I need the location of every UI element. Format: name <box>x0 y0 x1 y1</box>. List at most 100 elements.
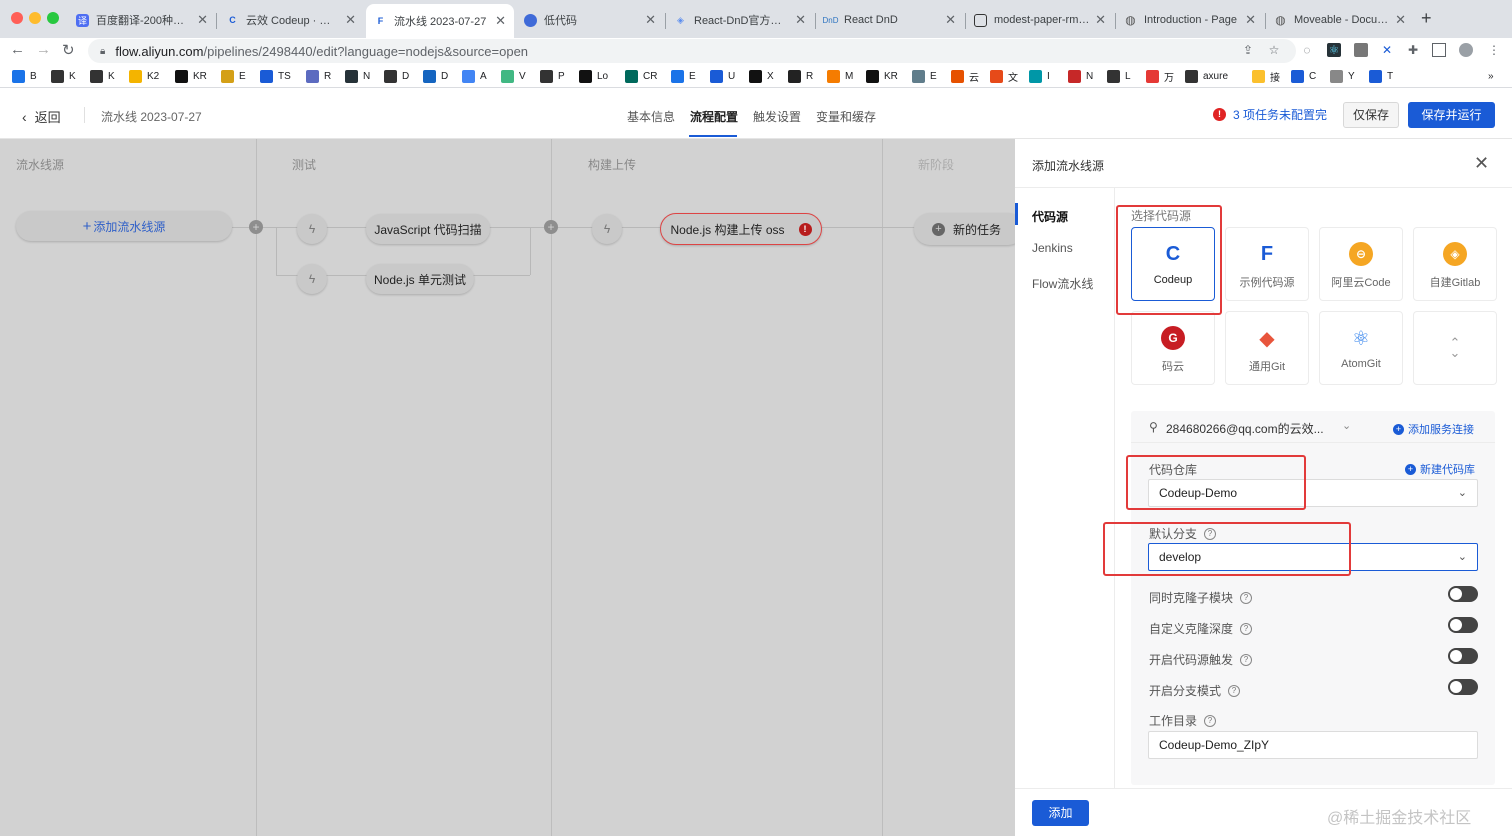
bookmark-item[interactable]: R <box>306 69 331 83</box>
add-stage-icon[interactable]: + <box>544 220 558 234</box>
service-connection-select[interactable]: 284680266@qq.com的云效... <box>1166 420 1324 437</box>
bookmark-item[interactable]: V <box>501 69 526 83</box>
browser-tab[interactable]: ◈ React-DnD官方文档 ✕ <box>666 6 814 34</box>
bookmark-item[interactable]: U <box>710 69 735 83</box>
toggle-source-trigger[interactable] <box>1448 648 1478 664</box>
stage-title-test[interactable]: 测试 <box>292 156 316 173</box>
help-icon[interactable]: ? <box>1240 591 1253 604</box>
parallel-task-icon[interactable]: ϟ <box>297 264 327 294</box>
back-arrow-icon[interactable]: ← <box>10 41 25 58</box>
browser-tab[interactable]: 低代码 ✕ <box>516 6 664 34</box>
reload-icon[interactable]: ↻ <box>62 41 75 59</box>
help-icon[interactable]: ? <box>1228 684 1241 697</box>
extension-icon[interactable] <box>1354 43 1368 57</box>
bookmark-item[interactable]: A <box>462 69 487 83</box>
bookmark-item[interactable]: P <box>540 69 565 83</box>
bookmark-item[interactable]: R <box>788 69 813 83</box>
bookmark-item[interactable]: M <box>827 69 853 83</box>
tab-basic-info[interactable]: 基本信息 <box>627 108 675 125</box>
expand-sources-button[interactable]: ⌃ ⌄ <box>1413 311 1497 385</box>
add-service-connection-link[interactable]: + 添加服务连接 <box>1393 421 1474 437</box>
bookmark-item[interactable]: T <box>1369 69 1393 83</box>
task-node-build-upload-oss[interactable]: Node.js 构建上传 oss ! <box>660 213 822 245</box>
bookmark-item[interactable]: Lo <box>579 69 608 83</box>
bookmark-item[interactable]: E <box>671 69 696 83</box>
browser-tab[interactable]: DnD React DnD ✕ <box>816 6 964 34</box>
stage-title-build[interactable]: 构建上传 <box>588 156 636 173</box>
bookmark-item[interactable]: KR <box>866 69 898 83</box>
parallel-task-icon[interactable]: ϟ <box>592 214 622 244</box>
sidebar-item-code-source[interactable]: 代码源 <box>1032 208 1068 225</box>
task-js-code-scan[interactable]: JavaScript 代码扫描 <box>366 214 490 244</box>
browser-tab-active[interactable]: F 流水线 2023-07-27 ✕ <box>366 4 514 38</box>
toggle-branch-mode[interactable] <box>1448 679 1478 695</box>
parallel-task-icon[interactable]: ϟ <box>297 214 327 244</box>
source-card-gitee[interactable]: G 码云 <box>1131 311 1215 385</box>
close-tab-icon[interactable]: ✕ <box>945 12 956 28</box>
close-tab-icon[interactable]: ✕ <box>345 12 356 28</box>
react-devtools-icon[interactable]: ⚛ <box>1327 43 1341 57</box>
source-card-aliyun-code[interactable]: ⊖ 阿里云Code <box>1319 227 1403 301</box>
save-only-button[interactable]: 仅保存 <box>1343 102 1399 128</box>
bookmark-item[interactable]: K <box>90 69 115 83</box>
save-and-run-button[interactable]: 保存并运行 <box>1408 102 1495 128</box>
workdir-input[interactable]: Codeup-Demo_ZIpY <box>1148 731 1478 759</box>
close-tab-icon[interactable]: ✕ <box>645 12 656 28</box>
source-card-sample[interactable]: F 示例代码源 <box>1225 227 1309 301</box>
bookmark-item[interactable]: L <box>1107 69 1131 83</box>
source-card-generic-git[interactable]: ◆ 通用Git <box>1225 311 1309 385</box>
new-repo-link[interactable]: + 新建代码库 <box>1405 461 1475 477</box>
source-card-atomgit[interactable]: ⚛ AtomGit <box>1319 311 1403 385</box>
new-tab-icon[interactable]: + <box>1421 8 1432 29</box>
forward-arrow-icon[interactable]: → <box>36 41 51 58</box>
help-icon[interactable]: ? <box>1240 653 1253 666</box>
bookmark-item[interactable]: E <box>912 69 937 83</box>
bookmark-item[interactable]: 云 <box>951 69 979 84</box>
incomplete-tasks-warning[interactable]: ! 3 项任务未配置完 <box>1213 106 1327 123</box>
bookmark-item[interactable]: KR <box>175 69 207 83</box>
bookmark-item[interactable]: D <box>384 69 409 83</box>
new-task-button[interactable]: + 新的任务 <box>914 213 1024 245</box>
close-tab-icon[interactable]: ✕ <box>795 12 806 28</box>
help-icon[interactable]: ? <box>1240 622 1253 635</box>
close-tab-icon[interactable]: ✕ <box>1395 12 1406 28</box>
bookmark-item[interactable]: axure <box>1185 69 1228 83</box>
menu-dots-icon[interactable]: ⋮ <box>1487 43 1501 57</box>
sidebar-item-jenkins[interactable]: Jenkins <box>1032 241 1073 255</box>
task-node-unit-test[interactable]: Node.js 单元测试 <box>366 264 474 294</box>
back-button[interactable]: ‹ 返回 <box>22 107 61 126</box>
browser-tab[interactable]: C 云效 Codeup · 企业级 ✕ <box>218 6 364 34</box>
close-tab-icon[interactable]: ✕ <box>197 12 208 28</box>
star-icon[interactable]: ☆ <box>1267 43 1281 57</box>
browser-tab[interactable]: modest-paper-rmp9k ✕ <box>966 6 1114 34</box>
bookmark-item[interactable]: K2 <box>129 69 159 83</box>
bookmark-item[interactable]: TS <box>260 69 291 83</box>
toggle-submodules[interactable] <box>1448 586 1478 602</box>
bookmark-item[interactable]: N <box>1068 69 1093 83</box>
close-window-icon[interactable] <box>11 12 23 24</box>
add-pipeline-source-button[interactable]: + 添加流水线源 <box>16 211 232 241</box>
close-icon[interactable]: ✕ <box>1474 153 1489 174</box>
source-card-gitlab[interactable]: ◈ 自建Gitlab <box>1413 227 1497 301</box>
bookmark-item[interactable]: C <box>1291 69 1316 83</box>
add-stage-icon[interactable]: + <box>249 220 263 234</box>
bookmark-item[interactable]: E <box>221 69 246 83</box>
bookmark-item[interactable]: I <box>1029 69 1050 83</box>
help-icon[interactable]: ? <box>1204 714 1217 727</box>
chevron-down-icon[interactable]: ⌄ <box>1342 419 1351 432</box>
tab-variables-cache[interactable]: 变量和缓存 <box>816 108 876 125</box>
browser-tab[interactable]: 译 百度翻译-200种语言 ✕ <box>68 6 216 34</box>
profile-avatar[interactable] <box>1459 43 1473 57</box>
maximize-window-icon[interactable] <box>47 12 59 24</box>
browser-tab[interactable]: ◍ Moveable - Docume ✕ <box>1266 6 1414 34</box>
puzzle-icon[interactable]: ✚ <box>1406 43 1420 57</box>
bookmark-item[interactable]: B <box>12 69 37 83</box>
tab-trigger-settings[interactable]: 触发设置 <box>753 108 801 125</box>
bookmarks-overflow-icon[interactable]: » <box>1488 69 1494 83</box>
sidepanel-icon[interactable] <box>1432 43 1446 57</box>
bookmark-item[interactable]: D <box>423 69 448 83</box>
extension-icon[interactable]: ◌ <box>1300 43 1314 57</box>
sidebar-item-flow-pipeline[interactable]: Flow流水线 <box>1032 275 1093 292</box>
stage-title-new[interactable]: 新阶段 <box>918 156 954 173</box>
bookmark-item[interactable]: 接 <box>1252 69 1280 84</box>
